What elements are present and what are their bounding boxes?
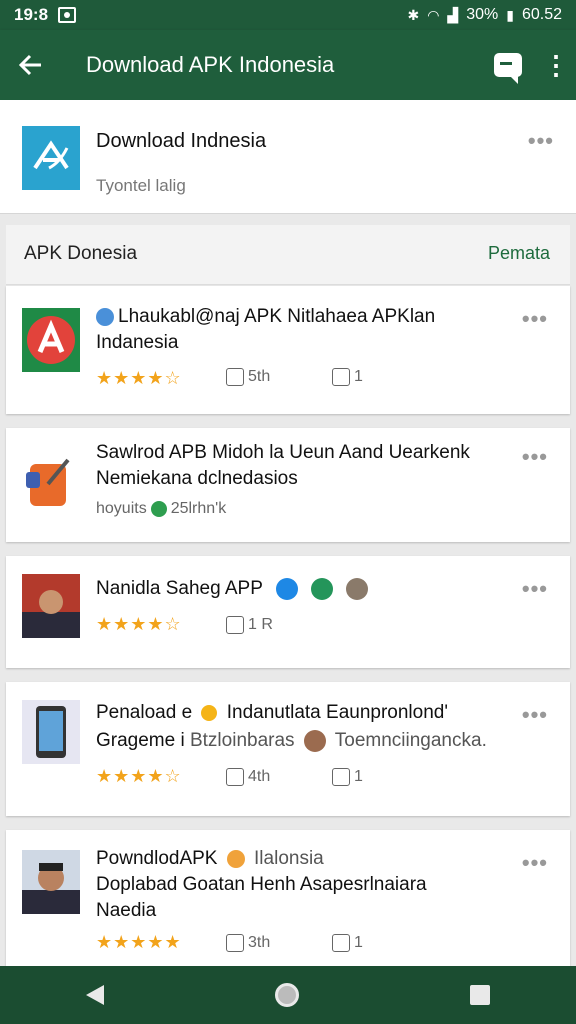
notification-icon — [58, 7, 77, 23]
thumb-up-icon — [332, 768, 350, 786]
item-title: Nanidla Saheg APP — [96, 578, 372, 600]
status-time: 19:8 — [14, 5, 49, 24]
verified-icon — [96, 307, 114, 326]
header-subtitle: Tyontel lalig — [96, 176, 186, 195]
share-icon[interactable] — [275, 578, 298, 600]
item-more-icon[interactable]: ••• — [522, 702, 548, 728]
item-thumbnail — [22, 308, 80, 372]
nav-back-icon[interactable] — [85, 985, 104, 1005]
like-count[interactable]: 3th — [226, 934, 270, 952]
item-more-icon[interactable]: ••• — [522, 306, 548, 332]
battery-level: 30% — [466, 6, 499, 23]
app-bar-title: Download APK Indonesia — [86, 52, 335, 77]
item-more-icon[interactable]: ••• — [522, 850, 548, 876]
header-more-icon[interactable]: ••• — [528, 128, 554, 154]
item-rating: ★★★★☆ — [96, 614, 182, 634]
nav-home-icon[interactable] — [274, 983, 299, 1007]
thumb-up-icon — [226, 616, 244, 634]
system-nav-bar — [0, 966, 576, 1024]
status-bar: 19:8 ✱ ◠ ▟ 30% ▮ 60.52 — [0, 0, 576, 30]
avatar — [303, 730, 326, 752]
item-thumbnail — [22, 450, 80, 514]
item-title: PowndlodAPK Ilalonsia — [96, 848, 324, 869]
like-count[interactable]: 4th — [226, 768, 270, 786]
thumb-up-icon — [226, 934, 244, 952]
item-thumbnail — [22, 574, 80, 638]
list-item[interactable]: Penaload e Indanutlata Eaunpronlond' Gra… — [6, 682, 570, 816]
list-item[interactable]: Sawlrod APB Midoh la Ueun Aand Uearkenk … — [6, 428, 570, 542]
item-more-icon[interactable]: ••• — [522, 576, 548, 602]
item-subtitle: Doplabad Goatan Henh Asapesrlnaiara — [96, 874, 427, 895]
chat-app-icon[interactable] — [311, 578, 334, 600]
thumb-up-icon — [226, 768, 244, 786]
item-title: Lhaukabl@naj APK Nitlahaea APKlan — [96, 306, 435, 328]
list-item[interactable]: Nanidla Saheg APP ★★★★☆ 1 R ••• — [6, 556, 570, 668]
item-more-icon[interactable]: ••• — [522, 444, 548, 470]
list-item[interactable]: Lhaukabl@naj APK Nitlahaea APKlan Indane… — [6, 286, 570, 414]
thumb-up-icon — [332, 368, 350, 386]
list-item[interactable]: PowndlodAPK Ilalonsia Doplabad Goatan He… — [6, 830, 570, 966]
status-dot-icon — [150, 501, 167, 517]
header-card[interactable]: Download Indnesia Tyontel lalig ••• — [0, 100, 576, 214]
item-subtitle: Grageme i Btzloinbaras Toemnciingancka. — [96, 730, 487, 752]
battery-icon: ▮ — [506, 6, 514, 23]
header-title: Download Indnesia — [96, 130, 267, 152]
like-count-2[interactable]: 1 — [332, 368, 363, 386]
item-rating: ★★★★★ — [96, 932, 182, 952]
section-header: APK Donesia Pemata — [6, 225, 570, 285]
item-title: Penaload e Indanutlata Eaunpronlond' — [96, 702, 448, 723]
nav-recents-icon[interactable] — [470, 985, 491, 1005]
thumb-up-icon — [332, 934, 350, 952]
item-subtitle: Indanesia — [96, 332, 179, 353]
app-bar: Download APK Indonesia ⋮ — [0, 30, 576, 100]
item-thumbnail — [22, 700, 80, 764]
like-count-2[interactable]: 1 — [332, 934, 363, 952]
wifi-icon: ◠ — [427, 6, 440, 23]
status-clock: 60.52 — [521, 6, 562, 23]
item-subtitle-2: Naedia — [96, 900, 157, 921]
chat-button[interactable] — [480, 30, 536, 100]
chat-icon — [494, 53, 522, 84]
item-rating: ★★★★☆ — [96, 368, 182, 388]
like-count-2[interactable]: 1 — [332, 768, 363, 786]
status-right: ✱ ◠ ▟ 30% ▮ 60.52 — [407, 6, 562, 24]
emoji-icon — [226, 849, 245, 868]
item-thumbnail — [22, 850, 80, 914]
item-subtitle: Nemiekana dclnedasios — [96, 468, 298, 489]
overflow-menu-icon[interactable]: ⋮ — [536, 30, 576, 100]
bluetooth-icon: ✱ — [407, 6, 420, 23]
back-arrow-icon[interactable] — [0, 30, 62, 100]
like-count[interactable]: 1 R — [226, 616, 273, 634]
app-logo-icon — [22, 126, 80, 190]
item-rating: ★★★★☆ — [96, 766, 182, 786]
section-label: APK Donesia — [24, 243, 138, 264]
item-meta: hoyuits 25lrhn'k — [96, 500, 227, 517]
signal-icon: ▟ — [447, 6, 459, 23]
like-count[interactable]: 5th — [226, 368, 270, 386]
bulb-icon — [201, 704, 218, 721]
avatar — [346, 578, 369, 600]
thumb-up-icon — [226, 368, 244, 386]
item-title: Sawlrod APB Midoh la Ueun Aand Uearkenk — [96, 442, 470, 463]
section-action-link[interactable]: Pemata — [488, 243, 550, 264]
